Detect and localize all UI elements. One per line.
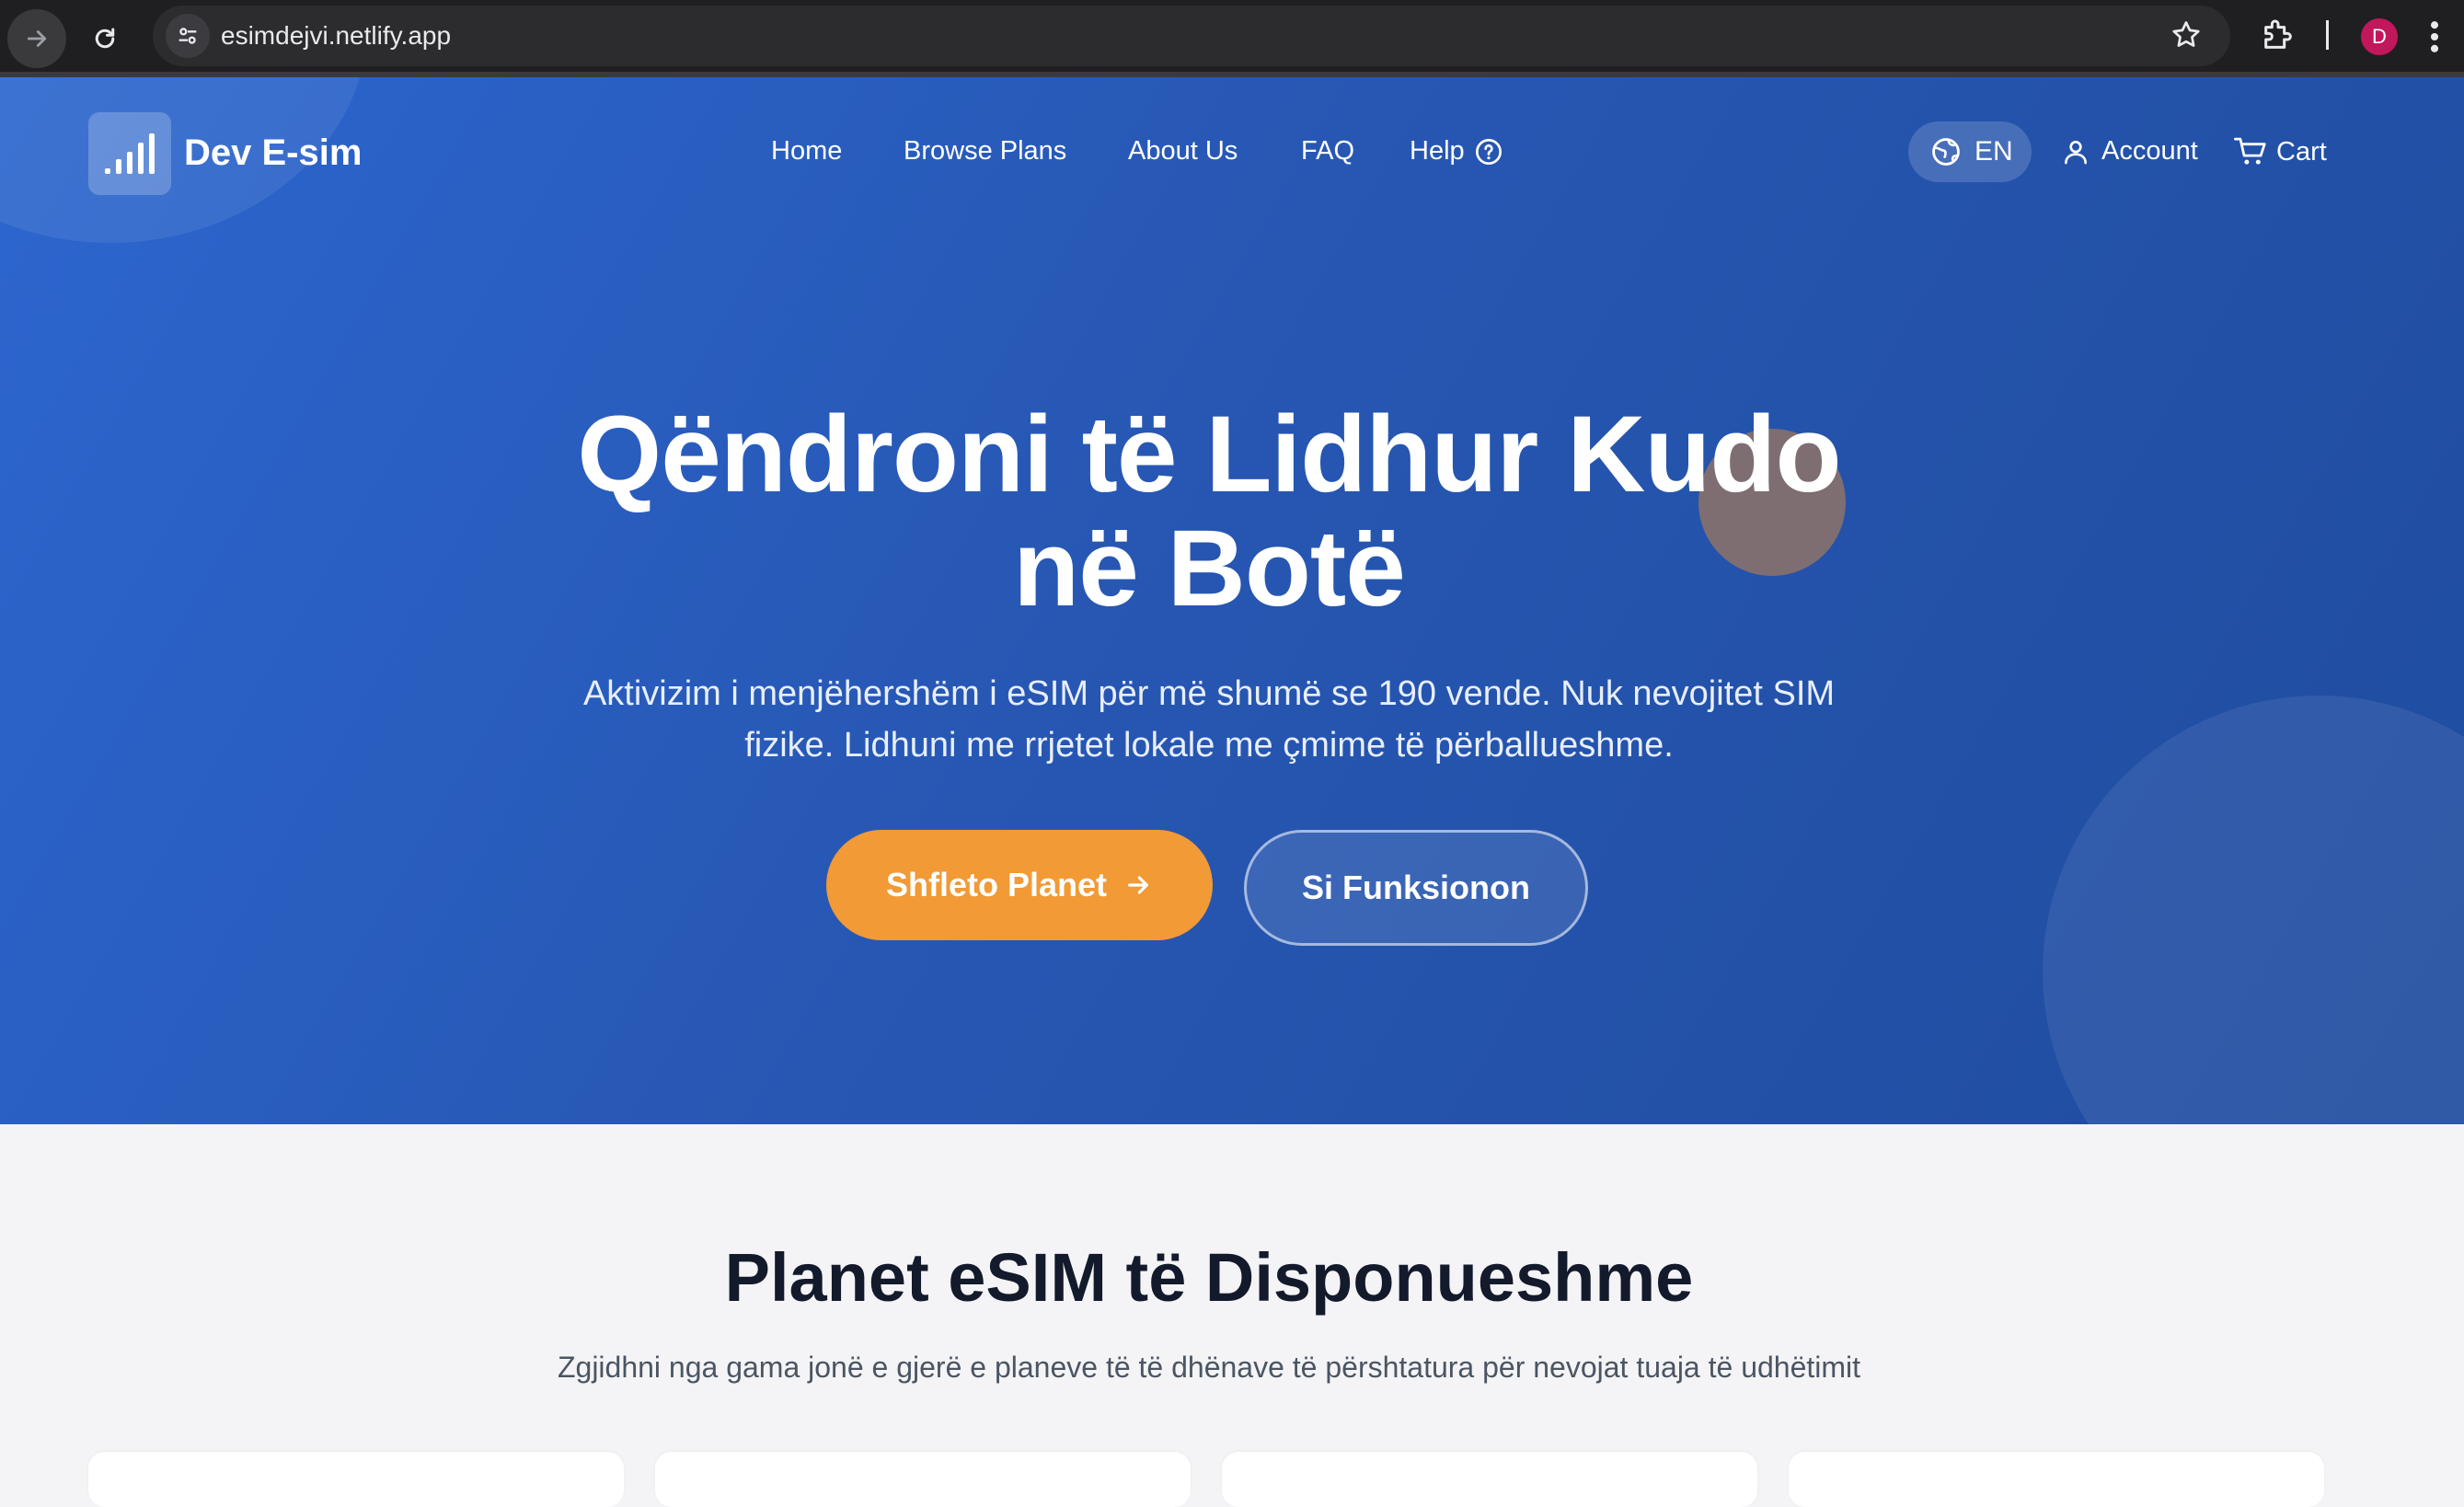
globe-icon bbox=[1932, 138, 1960, 166]
browse-plans-button[interactable]: Shfleto Planet bbox=[826, 830, 1213, 940]
language-selector[interactable]: EN bbox=[1908, 121, 2032, 182]
url-text[interactable]: esimdejvi.netlify.app bbox=[221, 21, 451, 51]
how-it-works-button[interactable]: Si Funksionon bbox=[1244, 830, 1588, 946]
account-label: Account bbox=[2101, 136, 2198, 166]
site-info-button[interactable] bbox=[166, 14, 210, 58]
back-button[interactable] bbox=[7, 9, 66, 68]
nav-help[interactable]: Help bbox=[1410, 136, 1503, 167]
cart-label: Cart bbox=[2276, 136, 2327, 167]
star-icon[interactable] bbox=[2170, 18, 2203, 52]
hero-subtitle-line-2: fizike. Lidhuni me rrjetet lokale me çmi… bbox=[744, 726, 1674, 765]
browse-plans-button-label: Shfleto Planet bbox=[885, 866, 1108, 903]
hero-headline-line-2: në Botë bbox=[1013, 508, 1406, 629]
plan-card[interactable] bbox=[1222, 1452, 1757, 1507]
arrow-right-icon bbox=[1128, 876, 1148, 894]
plan-card[interactable] bbox=[88, 1452, 624, 1507]
kebab-menu-icon[interactable] bbox=[2427, 17, 2442, 57]
hero-headline: Qëndroni të Lidhur Kudo në Botë bbox=[0, 397, 2418, 626]
extensions-icon[interactable] bbox=[2260, 17, 2297, 53]
profile-avatar[interactable]: D bbox=[2361, 18, 2398, 55]
hero-headline-line-1: Qëndroni të Lidhur Kudo bbox=[577, 394, 1841, 515]
nav-help-label: Help bbox=[1410, 136, 1465, 166]
account-link[interactable]: Account bbox=[2061, 136, 2198, 167]
reload-button[interactable] bbox=[75, 9, 134, 68]
language-code: EN bbox=[1975, 136, 2013, 167]
cart-link[interactable]: Cart bbox=[2234, 136, 2327, 167]
address-bar[interactable]: esimdejvi.netlify.app bbox=[153, 6, 2230, 66]
nav-browse-plans[interactable]: Browse Plans bbox=[904, 136, 1066, 167]
hero-subtitle-line-1: Aktivizim i menjëhershëm i eSIM për më s… bbox=[582, 674, 1836, 713]
reload-icon bbox=[95, 28, 115, 49]
plans-subtitle: Zgjidhni nga gama jonë e gjerë e planeve… bbox=[557, 1351, 1861, 1384]
nav-home[interactable]: Home bbox=[771, 136, 842, 167]
nav-about-us[interactable]: About Us bbox=[1128, 136, 1238, 167]
help-circle-icon bbox=[1475, 138, 1502, 165]
cart-icon bbox=[2234, 137, 2266, 165]
plan-card[interactable] bbox=[655, 1452, 1191, 1507]
nav-faq[interactable]: FAQ bbox=[1301, 136, 1354, 167]
hero-subtitle: Aktivizim i menjëhershëm i eSIM për më s… bbox=[460, 668, 1958, 771]
user-icon bbox=[2065, 140, 2087, 164]
plans-title: Planet eSIM të Disponueshme bbox=[724, 1239, 1694, 1316]
back-arrow-icon bbox=[27, 30, 47, 47]
site-settings-icon bbox=[178, 28, 197, 44]
plan-card[interactable] bbox=[1789, 1452, 2324, 1507]
toolbar-divider bbox=[2326, 20, 2329, 50]
decorative-circle bbox=[2043, 696, 2464, 1124]
hero-section: Dev E-sim Home Browse Plans About Us FAQ… bbox=[0, 77, 2464, 1124]
browser-toolbar: esimdejvi.netlify.app D bbox=[0, 0, 2464, 77]
